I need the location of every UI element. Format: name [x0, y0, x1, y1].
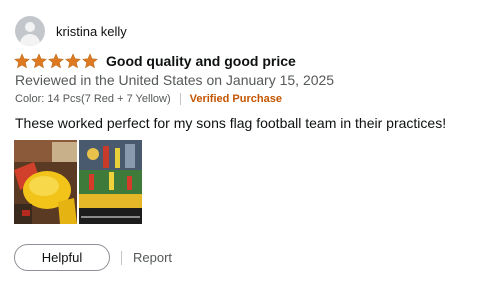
- review-card: kristina kelly Good quality and good pri…: [0, 0, 500, 285]
- review-images: [14, 140, 144, 224]
- review-actions: Helpful Report: [14, 244, 172, 271]
- star-icon: [31, 53, 47, 69]
- review-body: These worked perfect for my sons flag fo…: [15, 115, 447, 131]
- photo-football-belts-box-icon: [79, 140, 142, 224]
- helpful-button[interactable]: Helpful: [14, 244, 110, 271]
- star-icon: [65, 53, 81, 69]
- star-rating[interactable]: [14, 53, 99, 69]
- review-image-2[interactable]: [79, 140, 142, 224]
- star-icon: [82, 53, 98, 69]
- review-image-1[interactable]: [14, 140, 77, 224]
- avatar-icon: [15, 16, 45, 46]
- meta-divider: [179, 93, 181, 105]
- review-date: Reviewed in the United States on January…: [15, 72, 335, 88]
- star-icon: [48, 53, 64, 69]
- star-icon: [14, 53, 30, 69]
- report-link[interactable]: Report: [133, 250, 172, 265]
- review-title-row: Good quality and good price: [14, 51, 296, 71]
- verified-purchase-badge: Verified Purchase: [189, 93, 282, 105]
- reviewer-profile[interactable]: kristina kelly: [15, 16, 127, 46]
- photo-flags-yellow-icon: [14, 140, 77, 224]
- review-meta: Color: 14 Pcs(7 Red + 7 Yellow) Verified…: [15, 93, 282, 105]
- actions-divider: [121, 250, 122, 265]
- reviewer-name[interactable]: kristina kelly: [56, 24, 127, 39]
- review-title[interactable]: Good quality and good price: [106, 53, 296, 69]
- product-variant: Color: 14 Pcs(7 Red + 7 Yellow): [15, 93, 171, 105]
